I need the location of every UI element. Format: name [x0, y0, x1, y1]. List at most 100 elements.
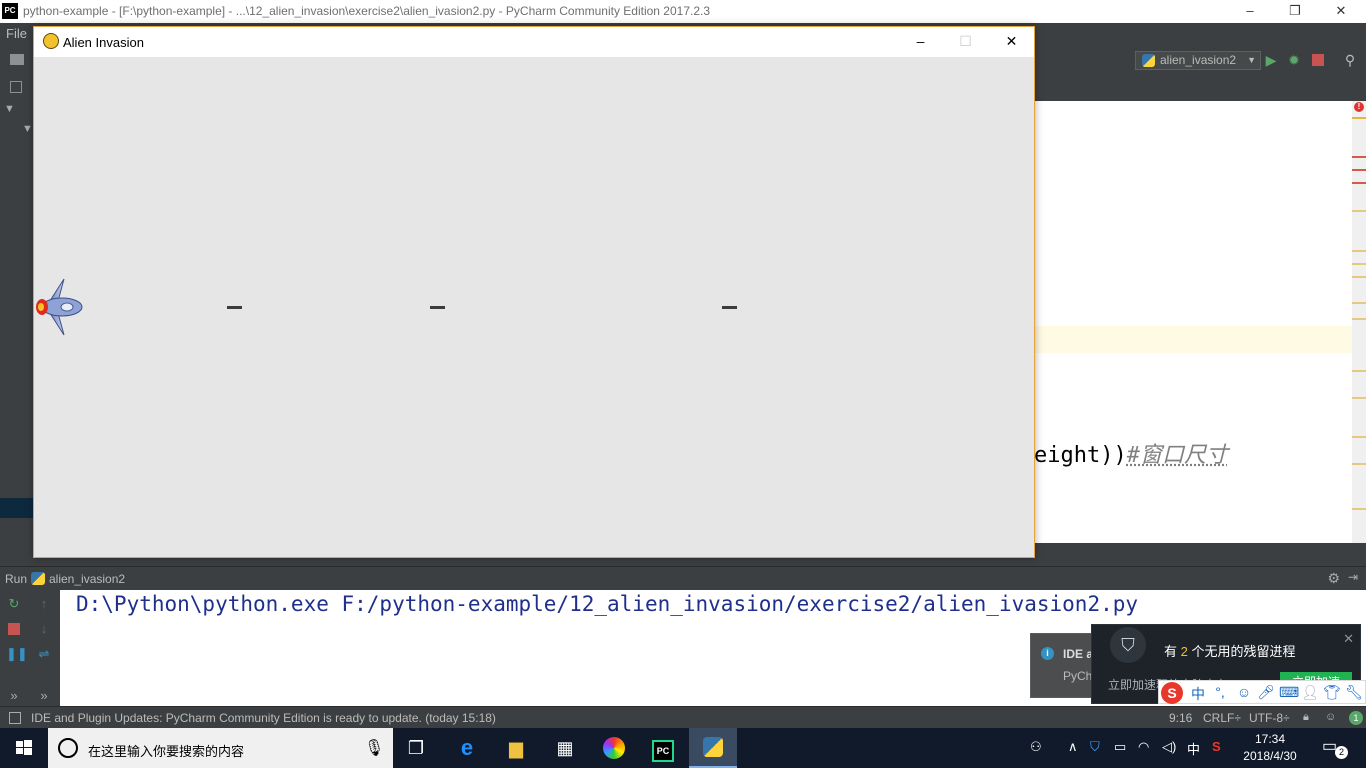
keyboard-icon[interactable]: ⌨	[1279, 684, 1299, 701]
stripe-mark[interactable]	[1352, 250, 1366, 252]
scroll-up-icon[interactable]: ↑	[36, 596, 52, 612]
punctuation-icon[interactable]: °,	[1211, 684, 1229, 700]
code-line: eight))#窗口尺寸	[1034, 437, 1228, 469]
hide-panel-icon[interactable]: ⇥	[1348, 570, 1358, 584]
ide-title-bar: PC python-example - [F:\python-example] …	[0, 0, 1366, 23]
emoji-icon[interactable]: ☺	[1235, 684, 1253, 700]
stripe-mark[interactable]	[1352, 117, 1366, 119]
stop-icon[interactable]	[1310, 52, 1326, 68]
alien-window-title-bar[interactable]: Alien Invasion – ☐ ✕	[34, 27, 1034, 57]
skin-icon[interactable]: 👕︎	[1323, 684, 1341, 701]
microphone-icon[interactable]: 🎙︎	[364, 738, 384, 758]
close-button[interactable]: ✕	[989, 27, 1034, 57]
sogou-tray-icon[interactable]: S	[1212, 739, 1221, 754]
file-explorer-icon[interactable]: ▆	[492, 728, 540, 768]
close-button[interactable]: ✕	[1318, 0, 1364, 23]
minimize-button[interactable]: –	[1227, 0, 1273, 23]
taskbar-search[interactable]: 在这里输入你要搜索的内容 🎙︎	[48, 728, 393, 768]
microphone-icon[interactable]: 🎤︎	[1257, 684, 1275, 701]
editor-error-stripe[interactable]	[1352, 101, 1366, 543]
run-tab[interactable]: alien_ivasion2	[49, 572, 125, 586]
tree-expand-icon[interactable]: ▼	[22, 123, 33, 135]
stripe-mark[interactable]	[1352, 318, 1366, 320]
action-center-icon[interactable]: ▭ 2	[1322, 736, 1348, 760]
caret-position[interactable]: 9:16	[1169, 711, 1192, 725]
windows-taskbar: 在这里输入你要搜索的内容 🎙︎ ❐ e ▆ ▦ PC ⚇ ∧ ⛉ ▭ ◠ ◁) …	[0, 728, 1366, 768]
pause-icon[interactable]: ❚❚	[6, 646, 28, 662]
python-taskbar-icon[interactable]	[689, 728, 737, 768]
folder-icon[interactable]	[10, 54, 24, 65]
run-config-label: alien_ivasion2	[1160, 53, 1237, 67]
calculator-icon[interactable]: ▦	[541, 728, 589, 768]
tool-windows-icon[interactable]	[9, 712, 21, 724]
tree-expand-icon[interactable]: ▼	[4, 103, 15, 115]
task-view-icon[interactable]: ❐	[392, 728, 440, 768]
ime-mode[interactable]: 中	[1189, 684, 1207, 704]
stripe-mark[interactable]	[1352, 169, 1366, 171]
shield-icon[interactable]: ⛉	[1090, 739, 1100, 755]
pycharm-taskbar-icon[interactable]: PC	[639, 728, 687, 768]
taskbar-clock[interactable]: 17:34 2018/4/30	[1240, 731, 1300, 765]
stripe-mark[interactable]	[1352, 370, 1366, 372]
project-view-icon[interactable]	[10, 81, 22, 93]
run-config-dropdown[interactable]: alien_ivasion2 ▼	[1135, 51, 1261, 70]
code-editor[interactable]: eight))#窗口尺寸	[1034, 101, 1366, 543]
stripe-mark[interactable]	[1352, 436, 1366, 438]
debug-icon[interactable]: ✹	[1286, 52, 1302, 68]
pycharm-logo-icon: PC	[2, 3, 18, 19]
gear-icon[interactable]: ⚙	[1327, 570, 1340, 587]
status-message[interactable]: IDE and Plugin Updates: PyCharm Communit…	[31, 711, 496, 725]
restore-button[interactable]: ❐	[1272, 0, 1318, 23]
game-canvas[interactable]	[34, 57, 1034, 557]
ship-sprite	[36, 277, 84, 340]
ide-toolbar: alien_ivasion2 ▼ ▶ ✹ ⚲	[1034, 45, 1366, 75]
stripe-mark[interactable]	[1352, 276, 1366, 278]
stripe-mark[interactable]	[1352, 210, 1366, 212]
maximize-button: ☐	[959, 33, 972, 49]
scroll-down-icon[interactable]: ↓	[36, 621, 52, 637]
inspector-icon[interactable]: ☺	[1325, 711, 1336, 723]
run-icon[interactable]: ▶	[1263, 52, 1279, 68]
people-icon[interactable]: ⚇	[1030, 739, 1042, 755]
notification-count: 2	[1335, 746, 1348, 759]
user-icon[interactable]: 👤︎	[1301, 684, 1319, 701]
wrench-icon[interactable]: 🔧︎	[1345, 684, 1363, 701]
run-panel-toolbar: ↻ ↑ ↓ ❚❚ ⇌ » »	[0, 590, 60, 706]
edge-icon[interactable]: e	[443, 728, 491, 768]
caret-line-highlight	[1034, 326, 1366, 353]
search-placeholder: 在这里输入你要搜索的内容	[88, 744, 245, 759]
rerun-icon[interactable]: ↻	[6, 596, 22, 612]
stripe-mark[interactable]	[1352, 302, 1366, 304]
run-panel-header: Run alien_ivasion2 ⚙ ⇥	[0, 566, 1366, 590]
stripe-mark[interactable]	[1352, 263, 1366, 265]
search-icon[interactable]: ⚲	[1342, 52, 1358, 68]
stripe-mark[interactable]	[1352, 463, 1366, 465]
minimize-button[interactable]: –	[898, 27, 943, 57]
stripe-mark[interactable]	[1352, 397, 1366, 399]
sogou-logo-icon[interactable]: S	[1161, 682, 1183, 704]
menu-file[interactable]: File	[6, 26, 27, 41]
more-icon[interactable]: »	[36, 688, 52, 704]
alien-invasion-window[interactable]: Alien Invasion – ☐ ✕	[33, 26, 1035, 558]
volume-icon[interactable]: ◁)	[1162, 739, 1176, 755]
soft-wrap-icon[interactable]: ⇌	[36, 646, 52, 662]
stop-icon[interactable]	[6, 621, 22, 637]
file-encoding[interactable]: UTF-8÷	[1249, 711, 1290, 725]
color-picker-icon[interactable]	[590, 728, 638, 768]
chevron-up-icon[interactable]: ∧	[1068, 739, 1078, 755]
stripe-mark[interactable]	[1352, 156, 1366, 158]
ide-window-title: python-example - [F:\python-example] - .…	[23, 4, 711, 18]
lock-icon[interactable]: 🔒︎	[1303, 711, 1309, 724]
notification-message: 有 2 个无用的残留进程	[1164, 641, 1296, 660]
error-indicator-icon[interactable]: !	[1354, 102, 1364, 112]
battery-icon[interactable]: ▭	[1114, 739, 1126, 755]
close-icon[interactable]: ✕	[1343, 631, 1354, 647]
input-method-indicator[interactable]: 中	[1187, 739, 1200, 758]
more-icon[interactable]: »	[6, 688, 22, 704]
event-log-badge[interactable]: 1	[1349, 711, 1363, 725]
start-button[interactable]	[0, 728, 48, 768]
wifi-icon[interactable]: ◠	[1138, 739, 1149, 755]
line-separator[interactable]: CRLF÷	[1203, 711, 1241, 725]
stripe-mark[interactable]	[1352, 182, 1366, 184]
stripe-mark[interactable]	[1352, 508, 1366, 510]
